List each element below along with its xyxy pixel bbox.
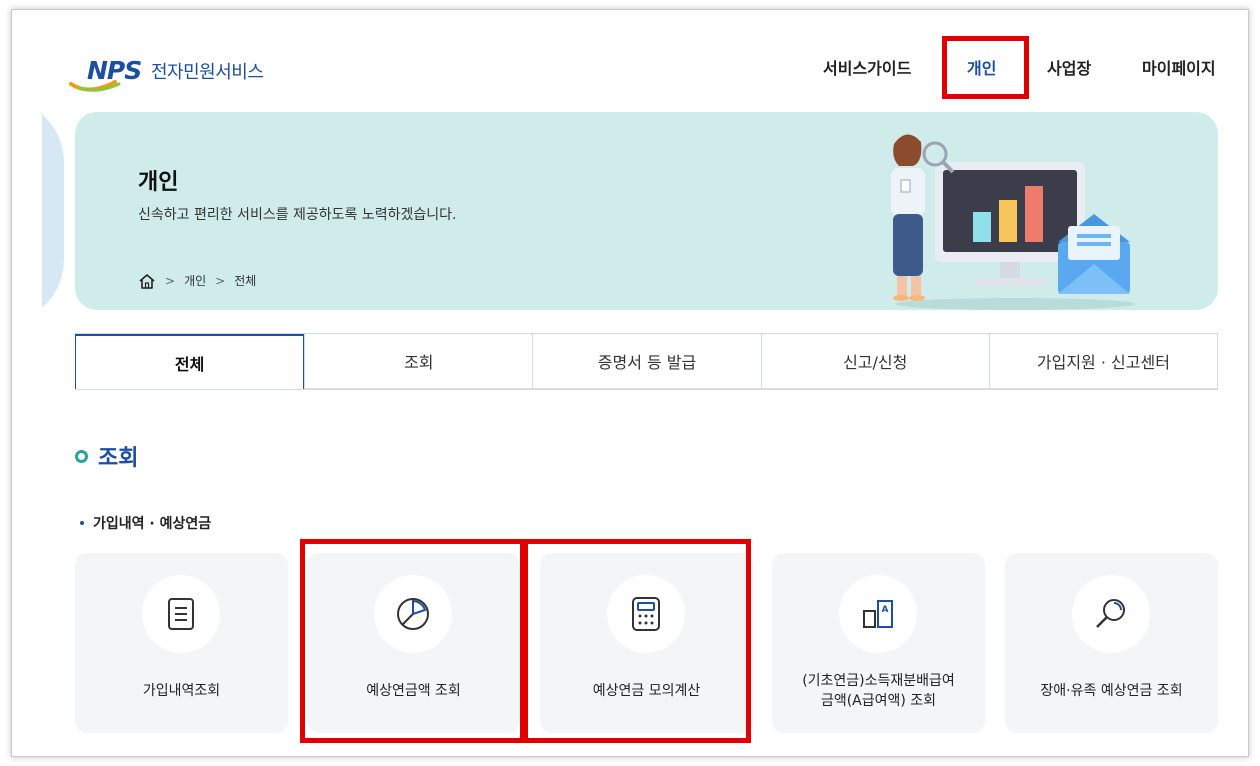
- magnifier-icon: [1096, 599, 1125, 628]
- card-label: 예상연금액 조회: [366, 683, 461, 699]
- card-label: 가입내역조회: [142, 683, 221, 699]
- card-enrollment-history[interactable]: 가입내역조회: [75, 553, 288, 733]
- pie-chart-icon: [397, 598, 429, 630]
- category-tabs: 전체 조회 증명서 등 발급 신고/신청 가입지원 · 신고센터: [75, 333, 1218, 390]
- breadcrumb-separator: >: [215, 273, 226, 288]
- card-disability-survivor[interactable]: 장애·유족 예상연금 조회: [1005, 553, 1218, 733]
- banner-illustration: [891, 134, 1135, 310]
- breadcrumb: > 개인 > 전체: [138, 272, 256, 289]
- card-label: 예상연금 모의계산: [592, 683, 701, 699]
- section-title: 조회: [98, 446, 139, 471]
- subsection-title: 가입내역 · 예상연금: [93, 516, 212, 532]
- card-label: (기초연금)소득재분배급여 금액(A급여액) 조회: [802, 673, 955, 709]
- tab-report-apply[interactable]: 신고/신청: [760, 334, 989, 389]
- card-label: 장애·유족 예상연금 조회: [1040, 683, 1183, 699]
- banner-title: 개인: [138, 170, 179, 195]
- bullet-icon: [80, 521, 84, 525]
- tab-inquiry[interactable]: 조회: [304, 334, 533, 389]
- service-cards: 가입내역조회 예상연금액 조회 예상연금 모의계산 A (기초연금)소득재분배급…: [75, 553, 1218, 733]
- breadcrumb-separator: >: [165, 273, 176, 288]
- tab-certificate[interactable]: 증명서 등 발급: [532, 334, 761, 389]
- card-basic-pension-a[interactable]: A (기초연금)소득재분배급여 금액(A급여액) 조회: [772, 553, 985, 733]
- nav-service-guide[interactable]: 서비스가이드: [823, 55, 911, 79]
- banner-subtitle: 신속하고 편리한 서비스를 제공하도록 노력하겠습니다.: [138, 207, 457, 223]
- nav-business[interactable]: 사업장: [1047, 55, 1091, 79]
- section-heading: 조회: [75, 440, 138, 472]
- document-a-icon: A: [863, 600, 893, 628]
- tab-enrollment-center[interactable]: 가입지원 · 신고센터: [988, 334, 1218, 389]
- breadcrumb-item-personal[interactable]: 개인: [184, 272, 206, 289]
- banner-edge-decoration: [42, 114, 64, 308]
- tab-all[interactable]: 전체: [75, 334, 305, 389]
- svg-text:A: A: [882, 605, 889, 615]
- ring-bullet-icon: [75, 449, 88, 463]
- nav-mypage[interactable]: 마이페이지: [1142, 55, 1216, 79]
- breadcrumb-item-all[interactable]: 전체: [234, 272, 256, 289]
- browser-page: NPS 전자민원서비스 서비스가이드 개인 사업장 마이페이지 개인 신속하고 …: [11, 9, 1249, 757]
- nav-personal[interactable]: 개인: [967, 55, 996, 79]
- page-banner: 개인 신속하고 편리한 서비스를 제공하도록 노력하겠습니다. > 개인 > 전…: [75, 112, 1218, 310]
- card-expected-pension[interactable]: 예상연금액 조회: [307, 553, 520, 733]
- home-icon[interactable]: [138, 273, 156, 289]
- document-list-icon: [168, 598, 194, 630]
- global-nav: 서비스가이드 개인 사업장 마이페이지: [12, 55, 1248, 85]
- calculator-icon: [632, 597, 660, 631]
- card-pension-simulation[interactable]: 예상연금 모의계산: [540, 553, 753, 733]
- subsection-heading: 가입내역 · 예상연금: [80, 513, 211, 533]
